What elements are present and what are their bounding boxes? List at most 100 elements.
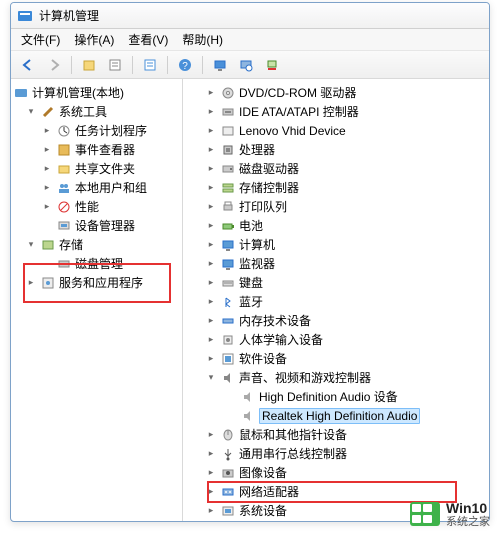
device-category[interactable]: ▾声音、视频和游戏控制器: [185, 368, 487, 387]
monitor-button[interactable]: [209, 54, 231, 76]
chevron-right-icon[interactable]: ▸: [205, 429, 217, 440]
device-category[interactable]: ▸Lenovo Vhid Device: [185, 121, 487, 140]
menu-action[interactable]: 操作(A): [74, 31, 114, 48]
device-category-label: 图像设备: [239, 464, 287, 481]
properties-button[interactable]: [104, 54, 126, 76]
chevron-right-icon[interactable]: ▸: [205, 220, 217, 231]
device-category[interactable]: ▸处理器: [185, 140, 487, 159]
chevron-right-icon[interactable]: ▸: [205, 353, 217, 364]
chevron-right-icon[interactable]: ▸: [205, 258, 217, 269]
device-category-label: IDE ATA/ATAPI 控制器: [239, 103, 359, 120]
device-item-label: High Definition Audio 设备: [259, 388, 398, 405]
menu-help[interactable]: 帮助(H): [182, 31, 223, 48]
device-item[interactable]: Realtek High Definition Audio: [185, 406, 487, 425]
chevron-down-icon[interactable]: ▾: [205, 372, 217, 383]
tree-services[interactable]: ▸ 服务和应用程序: [11, 273, 182, 292]
back-button[interactable]: [17, 54, 39, 76]
device-category-label: 监视器: [239, 255, 275, 272]
device-category-label: 网络适配器: [239, 483, 299, 500]
disk-icon: [220, 161, 236, 177]
chevron-right-icon[interactable]: ▸: [41, 201, 53, 212]
chevron-right-icon[interactable]: ▸: [205, 87, 217, 98]
performance-label: 性能: [75, 198, 99, 215]
device-category[interactable]: ▸蓝牙: [185, 292, 487, 311]
tree-event-viewer[interactable]: ▸ 事件查看器: [11, 140, 182, 159]
device-category[interactable]: ▸磁盘驱动器: [185, 159, 487, 178]
menu-file[interactable]: 文件(F): [21, 31, 60, 48]
device-item[interactable]: High Definition Audio 设备: [185, 387, 487, 406]
chevron-right-icon[interactable]: ▸: [205, 448, 217, 459]
forward-button[interactable]: [43, 54, 65, 76]
chevron-right-icon[interactable]: ▸: [41, 182, 53, 193]
device-category[interactable]: ▸鼠标和其他指针设备: [185, 425, 487, 444]
chevron-down-icon[interactable]: ▾: [25, 239, 37, 250]
toolbar-separator: [202, 56, 203, 74]
watermark-line1: Win10: [446, 501, 490, 516]
management-tree: 计算机管理(本地) ▾ 系统工具 ▸ 任务计划程序 ▸ 事件查看器: [11, 83, 182, 292]
chevron-right-icon[interactable]: ▸: [41, 125, 53, 136]
up-button[interactable]: [78, 54, 100, 76]
refresh-button[interactable]: [261, 54, 283, 76]
device-category[interactable]: ▸计算机: [185, 235, 487, 254]
device-category[interactable]: ▸软件设备: [185, 349, 487, 368]
tree-root[interactable]: 计算机管理(本地): [11, 83, 182, 102]
help-button[interactable]: ?: [174, 54, 196, 76]
mouse-icon: [220, 427, 236, 443]
tree-device-manager[interactable]: 设备管理器: [11, 216, 182, 235]
tree-disk-management[interactable]: 磁盘管理: [11, 254, 182, 273]
device-category[interactable]: ▸键盘: [185, 273, 487, 292]
device-category[interactable]: ▸ 监视器: [185, 254, 487, 273]
chevron-right-icon[interactable]: ▸: [205, 315, 217, 326]
device-category[interactable]: ▸通用串行总线控制器: [185, 444, 487, 463]
chevron-right-icon[interactable]: ▸: [25, 277, 37, 288]
tree-task-scheduler[interactable]: ▸ 任务计划程序: [11, 121, 182, 140]
device-category[interactable]: ▸内存技术设备: [185, 311, 487, 330]
sound-icon: [220, 370, 236, 386]
device-category[interactable]: ▸人体学输入设备: [185, 330, 487, 349]
device-category[interactable]: ▸DVD/CD-ROM 驱动器: [185, 83, 487, 102]
chevron-right-icon[interactable]: ▸: [41, 163, 53, 174]
chevron-right-icon[interactable]: ▸: [205, 277, 217, 288]
watermark-text: Win10 系统之家: [446, 501, 490, 528]
device-category[interactable]: ▸打印队列: [185, 197, 487, 216]
chevron-right-icon[interactable]: ▸: [205, 163, 217, 174]
chevron-right-icon[interactable]: ▸: [205, 144, 217, 155]
storage-label: 存储: [59, 236, 83, 253]
keyboard-icon: [220, 275, 236, 291]
chevron-right-icon[interactable]: ▸: [205, 486, 217, 497]
tree-system-tools[interactable]: ▾ 系统工具: [11, 102, 182, 121]
chevron-right-icon[interactable]: ▸: [205, 334, 217, 345]
chevron-down-icon[interactable]: ▾: [25, 106, 37, 117]
tree-shared-folders[interactable]: ▸ 共享文件夹: [11, 159, 182, 178]
toolbar-separator: [167, 56, 168, 74]
chevron-right-icon[interactable]: ▸: [205, 296, 217, 307]
speaker-icon: [240, 389, 256, 405]
task-scheduler-label: 任务计划程序: [75, 122, 147, 139]
list-button[interactable]: [139, 54, 161, 76]
chevron-right-icon[interactable]: ▸: [205, 182, 217, 193]
clock-icon: [56, 123, 72, 139]
chevron-right-icon[interactable]: ▸: [205, 106, 217, 117]
watermark-logo: [410, 502, 440, 526]
tree-performance[interactable]: ▸ 性能: [11, 197, 182, 216]
device-category[interactable]: ▸存储控制器: [185, 178, 487, 197]
chevron-right-icon[interactable]: ▸: [205, 201, 217, 212]
chevron-right-icon[interactable]: ▸: [41, 144, 53, 155]
device-category[interactable]: ▸电池: [185, 216, 487, 235]
menubar: 文件(F) 操作(A) 查看(V) 帮助(H): [11, 29, 489, 51]
chevron-right-icon[interactable]: ▸: [205, 505, 217, 516]
device-category[interactable]: ▸ 图像设备: [185, 463, 487, 482]
chevron-right-icon[interactable]: ▸: [205, 125, 217, 136]
app-icon: [17, 8, 33, 24]
chevron-right-icon[interactable]: ▸: [205, 467, 217, 478]
menu-view[interactable]: 查看(V): [128, 31, 168, 48]
tree-local-users[interactable]: ▸ 本地用户和组: [11, 178, 182, 197]
chevron-right-icon[interactable]: ▸: [205, 239, 217, 250]
usb-icon: [220, 446, 236, 462]
svg-text:?: ?: [182, 61, 188, 72]
network-icon: [220, 484, 236, 500]
scan-button[interactable]: [235, 54, 257, 76]
disk-icon: [56, 256, 72, 272]
tree-storage[interactable]: ▾ 存储: [11, 235, 182, 254]
device-category[interactable]: ▸ IDE ATA/ATAPI 控制器: [185, 102, 487, 121]
